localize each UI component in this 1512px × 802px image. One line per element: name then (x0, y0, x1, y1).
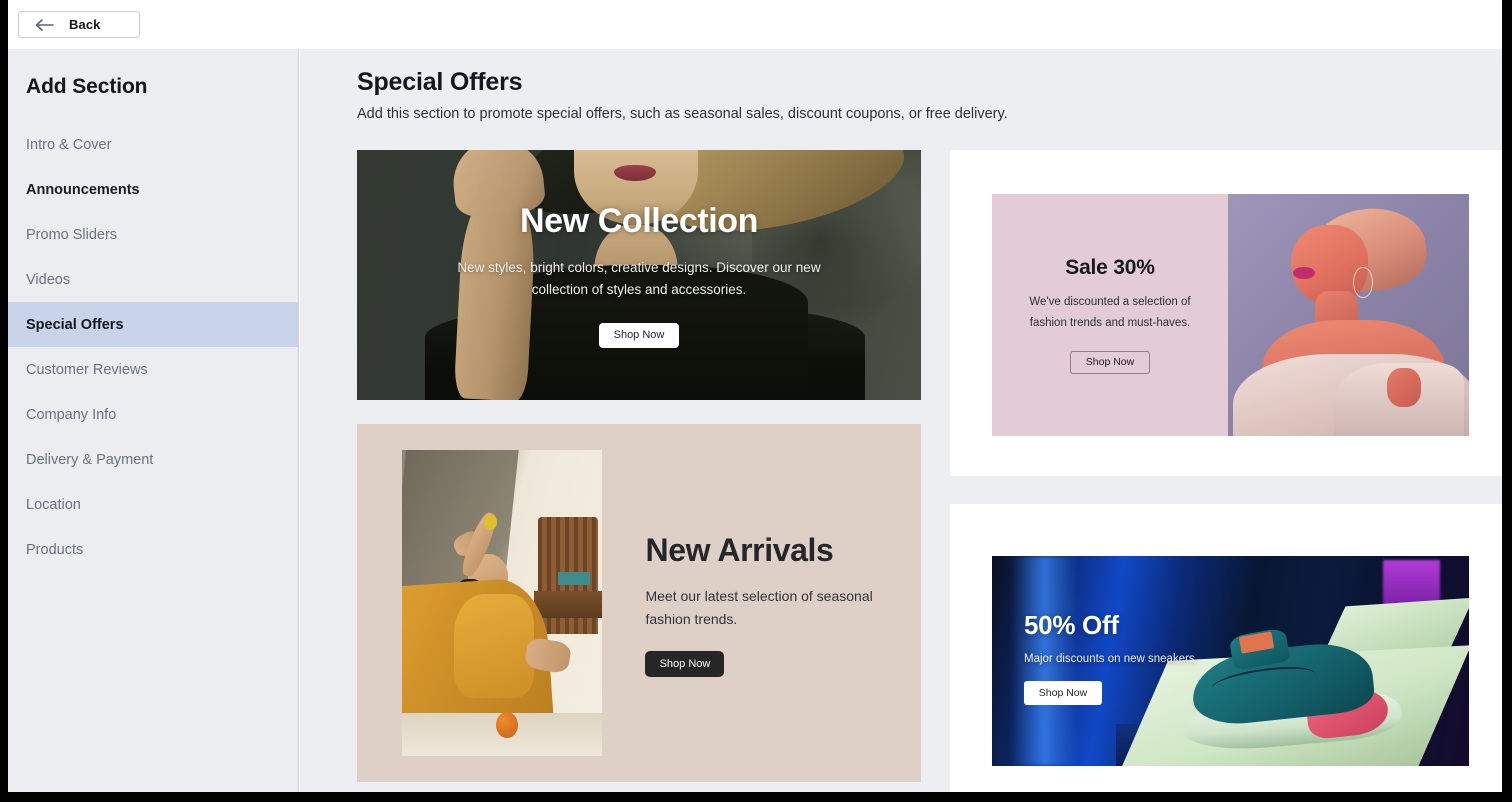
photo-lips (1293, 266, 1315, 279)
top-bar: Back (8, 0, 1502, 49)
gallery-column-left: New Collection New styles, bright colors… (357, 150, 921, 782)
new-arrivals-shop-now-button[interactable]: Shop Now (645, 651, 725, 678)
new-arrivals-copy: New Arrivals Meet our latest selection o… (645, 529, 921, 678)
sidebar-item-location[interactable]: Location (8, 482, 298, 527)
template-card-new-arrivals[interactable]: New Arrivals Meet our latest selection o… (357, 424, 921, 782)
page-description: Add this section to promote special offe… (357, 106, 1008, 122)
sale-banner: Sale 30% We've discounted a selection of… (992, 194, 1469, 436)
sidebar-item-special-offers[interactable]: Special Offers (8, 302, 298, 347)
photo-hand (1387, 368, 1421, 407)
section-nav-list: Intro & Cover Announcements Promo Slider… (8, 122, 298, 572)
photo-dress-bodice (454, 593, 535, 698)
sidebar-item-products[interactable]: Products (8, 527, 298, 572)
off-text: Major discounts on new sneakers. (1024, 653, 1198, 665)
photo-chair-seat (534, 590, 603, 619)
sidebar-item-label: Videos (26, 271, 71, 288)
back-button-label: Back (69, 17, 101, 32)
sidebar-item-label: Customer Reviews (26, 361, 148, 378)
new-collection-shop-now-button[interactable]: Shop Now (599, 322, 679, 348)
sale-copy: Sale 30% We've discounted a selection of… (992, 194, 1228, 436)
gallery-column-right: Sale 30% We've discounted a selection of… (950, 150, 1502, 792)
arrow-left-icon (35, 18, 54, 31)
off-banner: 50% Off Major discounts on new sneakers.… (992, 556, 1469, 766)
photo-lemon (484, 514, 498, 530)
sidebar-item-label: Location (26, 496, 81, 513)
new-collection-title: New Collection (519, 202, 759, 241)
sidebar-item-label: Announcements (26, 181, 140, 198)
sidebar-item-videos[interactable]: Videos (8, 257, 298, 302)
sidebar-title: Add Section (26, 75, 148, 98)
photo-hoop-earring (1353, 266, 1373, 299)
sidebar-item-label: Special Offers (26, 316, 124, 333)
page-title: Special Offers (357, 68, 523, 96)
sidebar-item-announcements[interactable]: Announcements (8, 167, 298, 212)
sale-photo (1228, 194, 1469, 436)
main-content: Special Offers Add this section to promo… (300, 49, 1502, 792)
sidebar-item-label: Promo Sliders (26, 226, 118, 243)
app-window: Back Add Section Intro & Cover Announcem… (8, 0, 1502, 792)
template-card-50-off[interactable]: 50% Off Major discounts on new sneakers.… (950, 504, 1502, 792)
sidebar-item-delivery-payment[interactable]: Delivery & Payment (8, 437, 298, 482)
sidebar-item-customer-reviews[interactable]: Customer Reviews (8, 347, 298, 392)
off-title: 50% Off (1024, 610, 1119, 640)
template-card-sale-30[interactable]: Sale 30% We've discounted a selection of… (950, 150, 1502, 476)
new-arrivals-text: Meet our latest selection of seasonal fa… (645, 588, 873, 627)
photo-teal-accent (558, 572, 591, 585)
sidebar-item-intro-cover[interactable]: Intro & Cover (8, 122, 298, 167)
sale-text: We've discounted a selection of fashion … (1029, 296, 1191, 329)
new-arrivals-photo (402, 450, 603, 756)
off-copy: 50% Off Major discounts on new sneakers.… (1024, 610, 1198, 705)
off-shop-now-button[interactable]: Shop Now (1024, 681, 1102, 705)
new-collection-overlay: New Collection New styles, bright colors… (357, 150, 921, 400)
back-button[interactable]: Back (18, 11, 140, 38)
template-card-new-collection[interactable]: New Collection New styles, bright colors… (357, 150, 921, 400)
sidebar-item-company-info[interactable]: Company Info (8, 392, 298, 437)
new-collection-text: New styles, bright colors, creative desi… (457, 260, 821, 297)
sidebar-item-label: Delivery & Payment (26, 451, 154, 468)
sidebar-item-promo-sliders[interactable]: Promo Sliders (8, 212, 298, 257)
sidebar: Add Section Intro & Cover Announcements … (8, 49, 299, 792)
sale-shop-now-button[interactable]: Shop Now (1070, 350, 1150, 374)
sidebar-item-label: Products (26, 541, 84, 558)
sidebar-item-label: Company Info (26, 406, 117, 423)
sale-title: Sale 30% (1065, 256, 1155, 280)
photo-orange-fruit (496, 711, 519, 738)
sidebar-item-label: Intro & Cover (26, 136, 112, 153)
new-arrivals-title: New Arrivals (645, 531, 834, 568)
